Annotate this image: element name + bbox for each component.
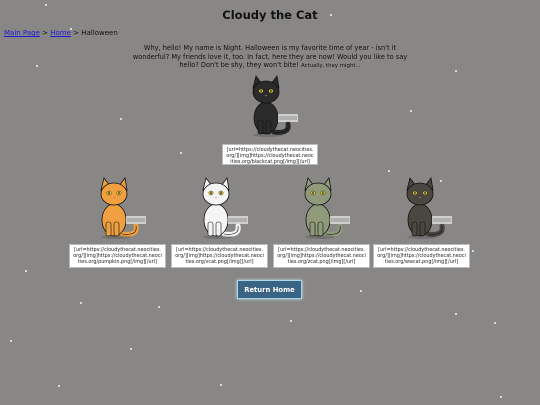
cat-image-blackcat xyxy=(252,75,298,137)
breadcrumb-home-link[interactable]: Home xyxy=(50,29,71,37)
breadcrumb: Main Page > Home > Halloween xyxy=(4,29,118,37)
embed-code-pumpkin[interactable]: [url=https://cloudythecat.neocities.org/… xyxy=(69,244,166,268)
breadcrumb-separator: > xyxy=(42,29,48,37)
embed-code-blackcat[interactable]: [url=https://cloudythecat.neocities.org/… xyxy=(222,144,318,165)
return-home-button[interactable]: Return Home xyxy=(237,280,302,299)
breadcrumb-main-page-link[interactable]: Main Page xyxy=(4,29,40,37)
embed-code-zcat[interactable]: [url=https://cloudythecat.neocities.org/… xyxy=(273,244,370,268)
intro-aside: Actually, they might... xyxy=(301,63,361,70)
embed-code-vcat[interactable]: [url=https://cloudythecat.neocities.org/… xyxy=(171,244,268,268)
intro-main: Why, hello! My name is Night. Halloween … xyxy=(132,44,408,70)
cat-image-wwcat xyxy=(406,177,452,239)
embed-code-wwcat[interactable]: [url=https://cloudythecat.neocities.org/… xyxy=(373,244,470,268)
breadcrumb-current: Halloween xyxy=(81,29,118,37)
breadcrumb-separator: > xyxy=(73,29,80,37)
intro-text: Why, hello! My name is Night. Halloween … xyxy=(130,44,410,71)
cat-image-vcat xyxy=(202,177,248,239)
cat-image-pumpkin xyxy=(100,177,146,239)
cat-image-zcat xyxy=(304,177,350,239)
page-title: Cloudy the Cat xyxy=(222,8,318,22)
